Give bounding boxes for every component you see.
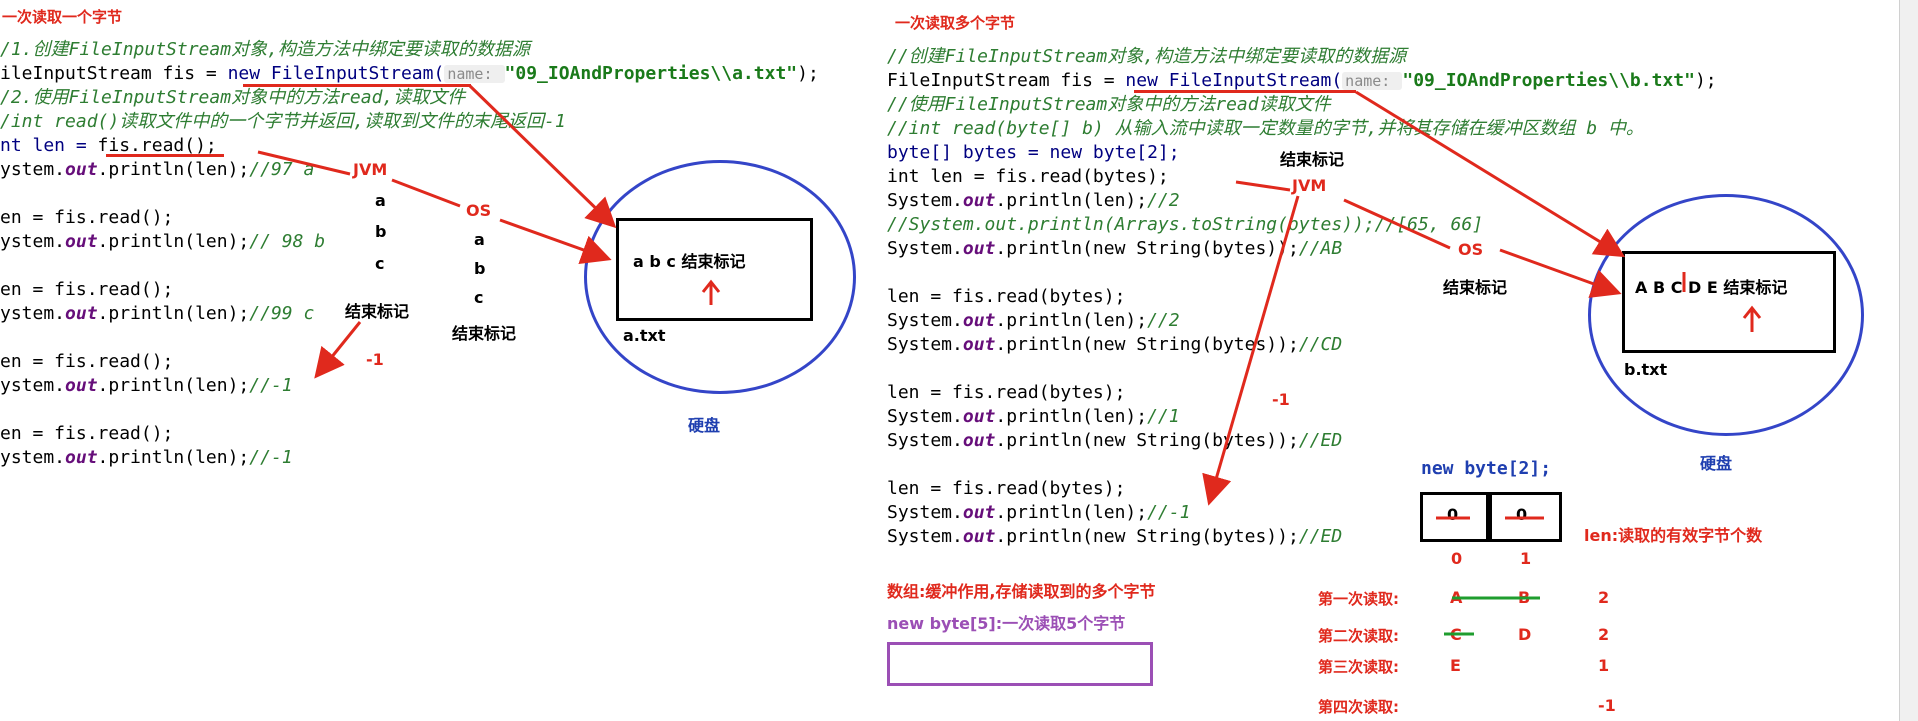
right-arrow-read-to-jvm xyxy=(1235,180,1291,192)
left-arrow-read-to-jvm xyxy=(257,150,351,176)
right-file-pointer-up-arrow xyxy=(1742,305,1762,332)
right-arrow-os-to-file xyxy=(1499,248,1622,298)
left-arrow-end-minus-one xyxy=(314,321,362,379)
left-arrow-new-to-file xyxy=(468,84,617,229)
right-arrow-new-to-file xyxy=(1355,90,1626,258)
annotation-arrows xyxy=(257,84,1762,636)
left-file-pointer-up-arrow xyxy=(701,279,721,305)
right-arrow-jvm-to-os xyxy=(1343,198,1451,250)
left-arrow-os-to-file xyxy=(499,218,612,265)
right-arrow-jvm-to-minus-one xyxy=(1202,195,1300,506)
left-arrow-jvm-to-os xyxy=(391,178,461,208)
